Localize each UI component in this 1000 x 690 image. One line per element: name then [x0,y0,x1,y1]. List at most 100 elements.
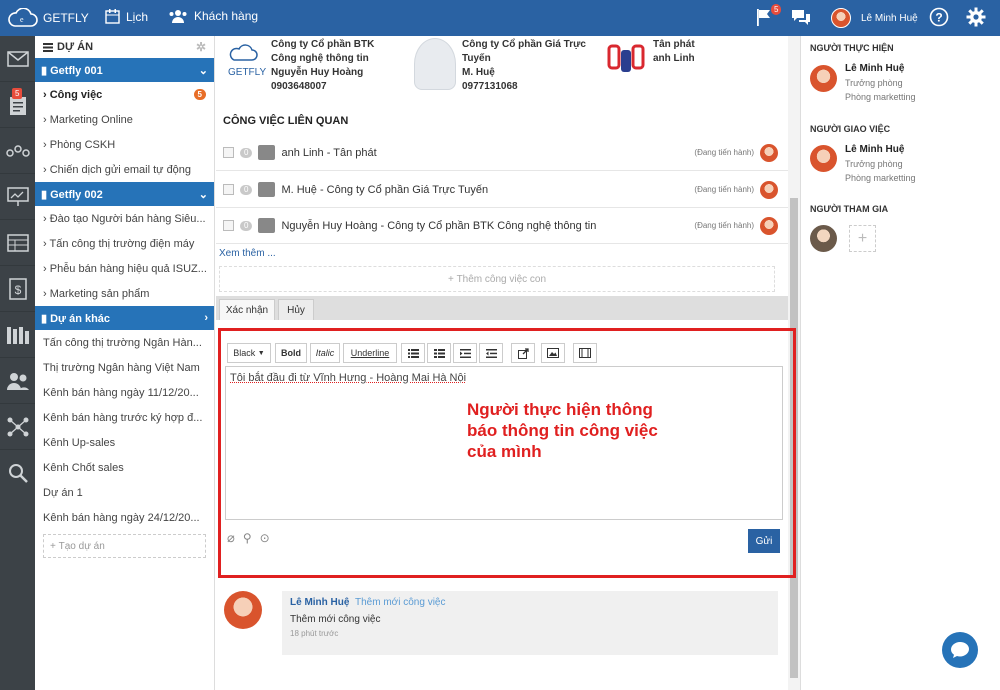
network-nav[interactable] [0,404,35,450]
notification-flag[interactable]: 5 [757,4,782,29]
project-label: Chiến dịch gửi email tự động [49,163,192,176]
mail-nav[interactable] [0,36,35,82]
task-checkbox[interactable] [223,220,234,231]
nav-customers[interactable]: Khách hàng [168,9,258,23]
user-avatar[interactable] [831,8,851,28]
chevron-down-icon: ⌄ [198,64,208,77]
performer-title: NGƯỜI THỰC HIỆN [810,43,894,53]
indent-button[interactable] [479,343,503,363]
project-item[interactable]: Kênh Up-sales [35,430,214,455]
project-item[interactable]: Kênh bán hàng trước ký hợp đ... [35,405,214,430]
live-chat-button[interactable] [942,632,978,668]
tab-confirm[interactable]: Xác nhận [219,299,275,320]
add-subtask-button[interactable]: + Thêm công việc con [219,266,775,292]
nav-calendar-label: Lịch [126,9,149,24]
project-item[interactable]: Kênh bán hàng ngày 24/12/20... [35,505,214,530]
task-checkbox[interactable] [223,184,234,195]
notification-badge: 5 [771,4,782,15]
see-more-link[interactable]: Xem thêm ... [219,248,276,259]
stack-icon [43,42,53,52]
task-name[interactable]: M. Huệ - Công ty Cổ phần Giá Trực Tuyến [281,184,488,196]
project-item[interactable]: › Chiến dịch gửi email tự động [35,157,214,182]
location-icon[interactable]: ⊙ [260,531,270,545]
project-label: Marketing sản phẩm [49,287,150,300]
task-status: (Đang tiến hành) [694,148,754,157]
company-card[interactable]: Tân phát anh Linh [653,38,695,66]
project-item[interactable]: › Marketing Online [35,107,214,132]
outdent-button[interactable] [453,343,477,363]
project-item[interactable]: Kênh Chốt sales [35,455,214,480]
project-item[interactable]: › Tấn công thị trường điện máy [35,231,214,256]
contact-name: anh Linh [653,53,695,64]
company-card[interactable]: Công ty Cổ phần Giá Trực Tuyến M. Huệ 09… [462,38,586,94]
related-task-row[interactable]: 0 Nguyễn Huy Hoàng - Công ty Cổ phần BTK… [216,208,788,244]
project-item[interactable]: Tấn công thị trường Ngân Hàn... [35,330,214,355]
project-item-cong-viec[interactable]: › Công việc 5 [35,82,214,107]
flow-icon [5,144,30,157]
activity-avatar [224,591,262,629]
list-nav[interactable] [0,220,35,266]
add-participant-button[interactable]: + [849,225,876,252]
people-nav[interactable] [0,358,35,404]
project-item[interactable]: › Đào tạo Người bán hàng Siêu... [35,206,214,231]
library-nav[interactable] [0,312,35,358]
project-item[interactable]: › Marketing sản phẩm [35,281,214,306]
finance-nav[interactable]: $ [0,266,35,312]
assigner-title: NGƯỜI GIAO VIỆC [810,124,891,134]
assigner-name[interactable]: Lê Minh Huệ [845,144,904,155]
bullet-list-button[interactable] [401,343,425,363]
participants-title: NGƯỜI THAM GIA [810,204,889,214]
attach-toolbar: ⌀ ⚲ ⊙ [227,530,270,546]
help-button[interactable]: ? [929,7,949,30]
paperclip-icon[interactable]: ⌀ [227,530,235,546]
settings-button[interactable] [966,7,986,30]
nav-calendar[interactable]: Lịch [105,9,148,24]
search-nav[interactable] [0,450,35,496]
underline-button[interactable]: Underline [343,343,397,363]
bold-button[interactable]: Bold [275,343,307,363]
tab-cancel[interactable]: Hủy [278,299,314,320]
contact-phone: 0903648007 [271,81,327,92]
nav-customers-label: Khách hàng [194,9,259,23]
project-item[interactable]: › Phòng CSKH [35,132,214,157]
group-other-projects[interactable]: ▮ Dự án khác › [35,306,214,330]
italic-button[interactable]: Italic [310,343,340,363]
presentation-icon [6,186,29,206]
tasks-nav[interactable]: 5 [0,82,35,128]
company-card[interactable]: Công ty Cổ phần BTK Công nghệ thông tin … [271,38,374,94]
performer-name[interactable]: Lê Minh Huệ [845,63,904,74]
activity-user[interactable]: Lê Minh Huệ [290,597,349,608]
send-button[interactable]: Gửi [748,529,780,553]
create-project-button[interactable]: + Tạo dự án [43,534,206,558]
video-button[interactable] [573,343,597,363]
project-item[interactable]: › Phễu bán hàng hiệu quả ISUZ... [35,256,214,281]
caret-down-icon: ▼ [257,349,265,357]
project-item[interactable]: Thị trường Ngân hàng Việt Nam [35,355,214,380]
project-item[interactable]: Kênh bán hàng ngày 11/12/20... [35,380,214,405]
group-getfly-002[interactable]: ▮ Getfly 002 ⌄ [35,182,214,206]
add-person-icon[interactable]: ⚲ [243,531,252,545]
task-checkbox[interactable] [223,147,234,158]
workflow-nav[interactable] [0,128,35,174]
image-button[interactable] [541,343,565,363]
sidebar-gear-icon[interactable]: ✲ [196,40,206,54]
group-getfly-001[interactable]: ▮ Getfly 001 ⌄ [35,58,214,82]
project-item[interactable]: Dự án 1 [35,480,214,505]
task-name[interactable]: anh Linh - Tân phát [281,147,376,159]
user-name[interactable]: Lê Minh Huệ [861,13,918,24]
color-dropdown[interactable]: Black ▼ [227,343,271,363]
tanphat-logo-icon [607,44,645,72]
chat-button[interactable] [791,9,811,29]
assigner-role: Trưởng phòng [845,159,903,169]
numbered-list-button[interactable] [427,343,451,363]
company-logo-getfly: GETFLY [224,40,268,80]
link-button[interactable] [511,343,535,363]
share-icon [517,347,529,359]
users-icon [169,10,187,23]
related-task-row[interactable]: 0 anh Linh - Tân phát (Đang tiến hành) [216,135,788,171]
app-logo[interactable]: e GETFLY [8,8,89,28]
task-assignee-avatar [760,216,778,235]
related-task-row[interactable]: 0 M. Huệ - Công ty Cổ phần Giá Trực Tuyế… [216,172,788,208]
task-name[interactable]: Nguyễn Huy Hoàng - Công ty Cổ phần BTK C… [281,220,596,232]
report-nav[interactable] [0,174,35,220]
